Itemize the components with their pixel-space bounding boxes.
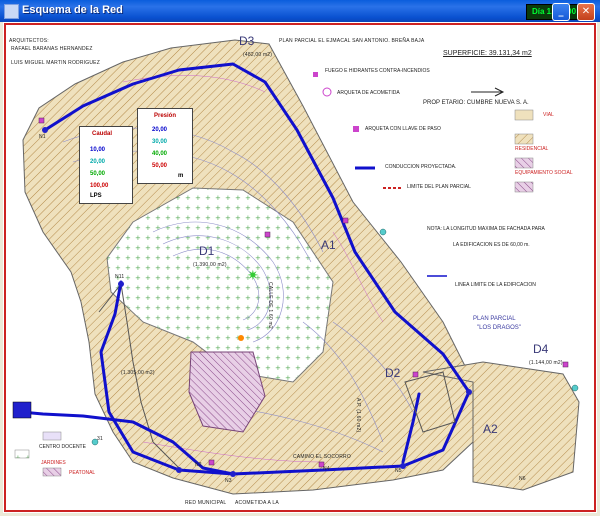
label-camino: CAMINO EL SOCORRO (293, 454, 351, 460)
app-window: Esquema de la Red Día 1, 12:00 AM _ ✕ + (0, 0, 600, 516)
close-button[interactable]: ✕ (577, 3, 595, 21)
architect-1: RAFAEL BARANAS HERNANDEZ (11, 46, 93, 52)
legend-equipment: EQUIPAMIENTO SOCIAL (515, 170, 573, 176)
legend-hydrants: FUEGO E HIDRANTES CONTRA-INCENDIOS (325, 68, 430, 74)
legend-valve-box: ARQUETA CON LLAVE DE PASO (365, 126, 441, 132)
node-label: N6 (519, 476, 526, 482)
legend-building-limit: LINEA LIMITE DE LA EDIFICACION (455, 282, 536, 288)
architects-heading: ARQUITECTOS: (9, 38, 49, 44)
flow-legend-row: 100,00 (90, 183, 109, 189)
flow-legend-row: 50,00 (90, 171, 106, 177)
flow-legend-unit: LPS (90, 193, 102, 199)
orange-marker (238, 335, 244, 341)
label-d3-value: (482,00 m2) (243, 52, 273, 58)
label-d3: D3 (239, 34, 255, 48)
title-bar[interactable]: Esquema de la Red Día 1, 12:00 AM _ ✕ (0, 0, 600, 30)
label-street-vertical-2: A.P. (1.60 m2) (355, 398, 361, 433)
node-label: N2 (195, 462, 202, 468)
flow-legend-title: Caudal (92, 131, 113, 137)
water-tank-icon (12, 401, 32, 419)
node-label: N4 (323, 466, 330, 472)
legend-gardens: JARDINES (41, 460, 66, 466)
node-label: N11 (115, 274, 125, 280)
label-los-dragos: "LOS DRAGOS" (477, 325, 521, 331)
label-red-municipal: RED MUNICIPAL (185, 500, 227, 506)
label-a-sub: (1.305,00 m2) (121, 370, 155, 376)
legend-plan-limit: LIMITE DEL PLAN PARCIAL (407, 184, 471, 190)
owner-label: PROP ETARIO: CUMBRE NUEVA S. A. (423, 100, 529, 106)
architect-2: LUIS MIGUEL MARTIN RODRIGUEZ (11, 60, 100, 66)
site-plan-drawing: + (4, 23, 596, 512)
pressure-legend-row: 40,00 (152, 151, 168, 157)
label-d4-value: (1.144,00 m2) (529, 360, 563, 366)
pressure-legend-unit: m (178, 173, 184, 179)
pressure-legend-row: 30,00 (152, 139, 168, 145)
map-canvas[interactable]: + (3, 22, 597, 513)
pressure-legend-row: 50,00 (152, 163, 168, 169)
surface-label: SUPERFICIE: 39.131,34 m2 (443, 50, 532, 57)
node-label: N1 (39, 134, 46, 140)
pressure-legend: Presión 20,00 30,00 40,00 50,00 m (137, 108, 193, 184)
node-label: N5 (395, 468, 402, 474)
app-icon (4, 4, 19, 19)
plan-title: PLAN PARCIAL EL EJMACAL SAN ANTONIO. BRE… (279, 38, 425, 44)
pressure-legend-row: 20,00 (152, 127, 168, 133)
window-title: Esquema de la Red (22, 4, 123, 16)
legend-projected-pipe: CONDUCCION PROYECTADA. (385, 164, 457, 170)
pressure-legend-title: Presión (154, 113, 177, 119)
label-a1: A1 (321, 238, 336, 252)
flow-legend: Caudal 10,00 20,00 50,00 100,00 LPS (79, 126, 133, 204)
flow-legend-row: 20,00 (90, 159, 106, 165)
legend-pedestrian: PEATONAL (69, 470, 96, 476)
label-acometida: ACOMETIDA A LA (235, 500, 279, 506)
node-label: 31 (97, 436, 103, 442)
label-street-vertical: CALLE DE 1.60 m2 (267, 282, 273, 329)
flow-legend-row: 10,00 (90, 147, 106, 153)
note-line-2: LA EDIFICACION ES DE 60,00 m. (453, 242, 530, 248)
legend-road: VIAL (543, 112, 554, 118)
north-arrow-icon (471, 87, 505, 97)
legend-green-area: CENTRO DOCENTE (39, 444, 86, 450)
node-label: N3 (225, 478, 232, 484)
label-d1: D1 (199, 244, 215, 258)
legend-residential: RESIDENCIAL (515, 146, 549, 152)
label-d1-value: (1.390,00 m2) (193, 262, 227, 268)
label-d4: D4 (533, 342, 549, 356)
label-plan-parcial: PLAN PARCIAL (473, 316, 516, 322)
minimize-button[interactable]: _ (552, 3, 570, 21)
legend-manhole: ARQUETA DE ACOMETIDA (337, 90, 400, 96)
note-line-1: NOTA: LA LONGITUD MAXIMA DE FACHADA PARA (427, 226, 545, 232)
label-a2: A2 (483, 422, 498, 436)
tree-star-icon: ✷ (247, 268, 259, 284)
label-d2: D2 (385, 366, 401, 380)
